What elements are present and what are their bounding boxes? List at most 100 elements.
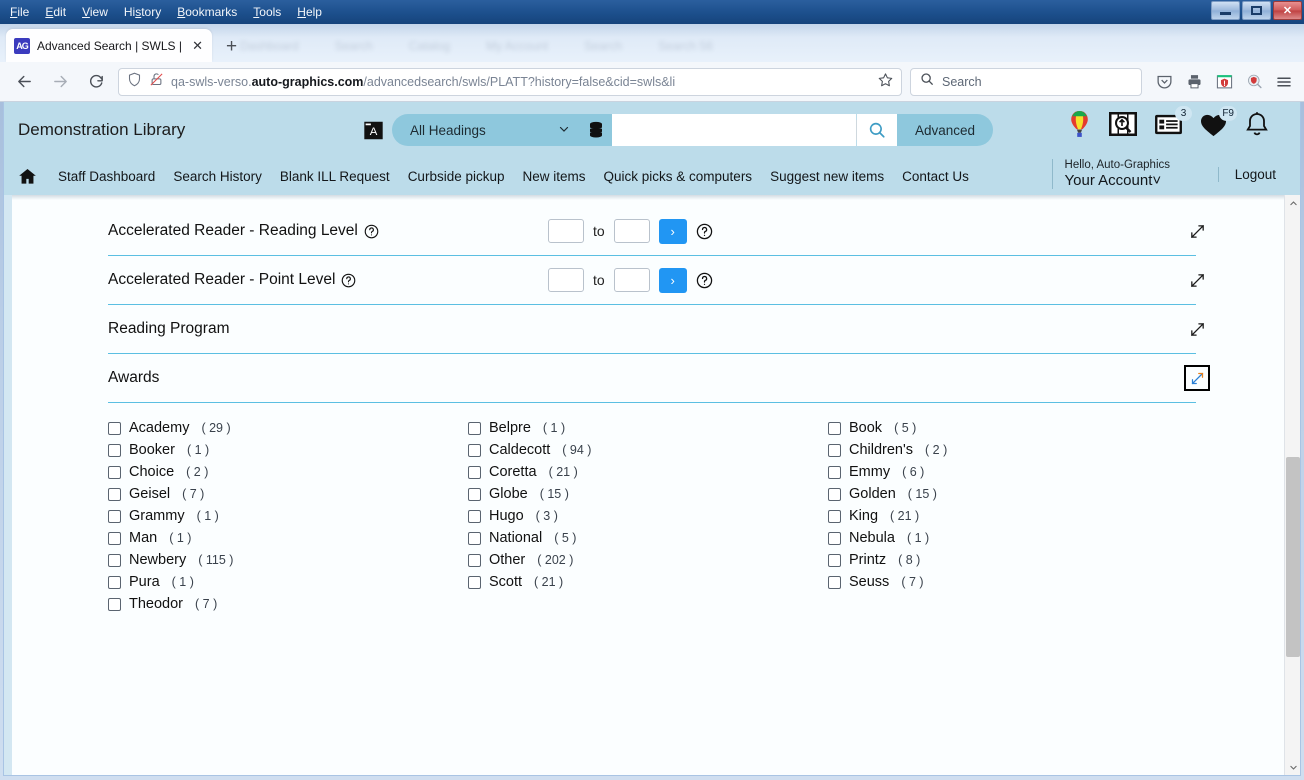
headings-dropdown[interactable]: All Headings: [392, 114, 580, 146]
checkbox-theodor[interactable]: Theodor ( 7 ): [108, 593, 468, 615]
checkbox-golden[interactable]: Golden ( 15 ): [828, 483, 1188, 505]
catalog-search-icon[interactable]: [1108, 110, 1138, 139]
advanced-search-button[interactable]: Advanced: [897, 114, 994, 146]
back-arrow-icon[interactable]: [10, 68, 38, 96]
scrollbar-down-arrow[interactable]: [1285, 759, 1300, 775]
menu-history[interactable]: History: [116, 3, 169, 22]
sidebar-item-suggest-new-items[interactable]: Suggest new items: [761, 169, 893, 184]
help-circle-icon[interactable]: [364, 224, 379, 239]
checkbox-box[interactable]: [828, 487, 841, 501]
forward-arrow-icon[interactable]: [46, 68, 74, 96]
menu-tools[interactable]: Tools: [245, 3, 289, 22]
print-icon[interactable]: [1184, 72, 1204, 92]
logout-button[interactable]: Logout: [1217, 167, 1276, 182]
checkbox-national[interactable]: National ( 5 ): [468, 527, 828, 549]
account-menu[interactable]: Hello, Auto-Graphics Your Account˅: [1051, 159, 1170, 190]
checkbox-globe[interactable]: Globe ( 15 ): [468, 483, 828, 505]
checkbox-king[interactable]: King ( 21 ): [828, 505, 1188, 527]
checkbox-pura[interactable]: Pura ( 1 ): [108, 571, 468, 593]
notifications-bell-icon[interactable]: [1244, 111, 1270, 139]
close-button[interactable]: ✕: [1273, 1, 1302, 20]
checkbox-box[interactable]: [108, 531, 121, 545]
checkbox-box[interactable]: [828, 465, 841, 479]
checkbox-box[interactable]: [468, 465, 481, 479]
checkbox-newbery[interactable]: Newbery ( 115 ): [108, 549, 468, 571]
hamburger-menu-icon[interactable]: [1274, 72, 1294, 92]
broken-lock-icon[interactable]: [149, 72, 164, 92]
reading-level-to-input[interactable]: [613, 219, 650, 243]
checkbox-box[interactable]: [108, 443, 121, 457]
browser-search-bar[interactable]: Search: [910, 67, 1142, 96]
extension-search-shield-icon[interactable]: [1244, 72, 1264, 92]
scrollbar-thumb[interactable]: [1286, 457, 1300, 657]
expand-diagonal-icon[interactable]: [1184, 316, 1210, 342]
sidebar-item-quick-picks[interactable]: Quick picks & computers: [595, 169, 762, 184]
checkbox-box[interactable]: [828, 553, 841, 567]
page-scrollbar[interactable]: [1284, 195, 1300, 775]
checkbox-belpre[interactable]: Belpre ( 1 ): [468, 417, 828, 439]
sidebar-item-contact-us[interactable]: Contact Us: [893, 169, 978, 184]
help-circle-icon[interactable]: [696, 223, 713, 240]
reading-level-from-input[interactable]: [548, 219, 584, 243]
checkbox-man[interactable]: Man ( 1 ): [108, 527, 468, 549]
menu-help[interactable]: Help: [289, 3, 330, 22]
checkbox-box[interactable]: [828, 443, 841, 457]
reload-icon[interactable]: [82, 68, 110, 96]
sidebar-item-search-history[interactable]: Search History: [164, 169, 271, 184]
database-stack-icon[interactable]: [580, 114, 612, 146]
checkbox-caldecott[interactable]: Caldecott ( 94 ): [468, 439, 828, 461]
pocket-icon[interactable]: [1154, 72, 1174, 92]
star-icon[interactable]: [878, 72, 893, 92]
tab-close-icon[interactable]: ✕: [191, 39, 204, 52]
new-tab-button[interactable]: +: [226, 37, 237, 56]
checkbox-grammy[interactable]: Grammy ( 1 ): [108, 505, 468, 527]
menu-view[interactable]: View: [74, 3, 116, 22]
browser-tab-advanced-search[interactable]: AG Advanced Search | SWLS | PLAT ✕: [6, 29, 212, 62]
sidebar-item-new-items[interactable]: New items: [514, 169, 595, 184]
favorites-heart-icon[interactable]: F9: [1199, 105, 1237, 138]
checkbox-box[interactable]: [468, 421, 481, 435]
checkbox-box[interactable]: [108, 509, 121, 523]
checkbox-box[interactable]: [468, 443, 481, 457]
checkbox-box[interactable]: [828, 575, 841, 589]
checkbox-childrens[interactable]: Children's ( 2 ): [828, 439, 1188, 461]
reading-level-go-button[interactable]: ›: [658, 218, 687, 244]
checkbox-box[interactable]: [108, 553, 121, 567]
checkbox-nebula[interactable]: Nebula ( 1 ): [828, 527, 1188, 549]
address-bar[interactable]: qa-swls-verso.auto-graphics.com/advanced…: [118, 67, 902, 96]
menu-file[interactable]: File: [2, 3, 37, 22]
checkbox-emmy[interactable]: Emmy ( 6 ): [828, 461, 1188, 483]
checkbox-box[interactable]: [468, 531, 481, 545]
checkbox-box[interactable]: [108, 421, 121, 435]
search-input[interactable]: [612, 114, 856, 146]
home-icon[interactable]: [18, 167, 37, 186]
checkbox-coretta[interactable]: Coretta ( 21 ): [468, 461, 828, 483]
sidebar-item-staff-dashboard[interactable]: Staff Dashboard: [49, 169, 164, 184]
checkbox-hugo[interactable]: Hugo ( 3 ): [468, 505, 828, 527]
help-circle-icon[interactable]: [341, 273, 356, 288]
menu-bookmarks[interactable]: Bookmarks: [169, 3, 245, 22]
shield-icon[interactable]: [127, 72, 142, 92]
checkbox-seuss[interactable]: Seuss ( 7 ): [828, 571, 1188, 593]
checkbox-box[interactable]: [828, 509, 841, 523]
checkbox-box[interactable]: [468, 487, 481, 501]
checkbox-geisel[interactable]: Geisel ( 7 ): [108, 483, 468, 505]
expand-diagonal-icon[interactable]: [1184, 267, 1210, 293]
point-level-go-button[interactable]: ›: [658, 267, 687, 293]
translate-icon[interactable]: A: [362, 119, 384, 141]
extension-shield-icon[interactable]: [1214, 72, 1234, 92]
help-circle-icon[interactable]: [696, 272, 713, 289]
expand-diagonal-icon[interactable]: [1184, 218, 1210, 244]
my-lists-icon[interactable]: 3: [1154, 106, 1192, 137]
checkbox-other[interactable]: Other ( 202 ): [468, 549, 828, 571]
checkbox-box[interactable]: [108, 465, 121, 479]
checkbox-box[interactable]: [108, 487, 121, 501]
checkbox-box[interactable]: [108, 597, 121, 611]
restore-button[interactable]: [1242, 1, 1271, 20]
checkbox-academy[interactable]: Academy ( 29 ): [108, 417, 468, 439]
checkbox-printz[interactable]: Printz ( 8 ): [828, 549, 1188, 571]
checkbox-scott[interactable]: Scott ( 21 ): [468, 571, 828, 593]
search-submit-button[interactable]: [857, 114, 897, 146]
checkbox-box[interactable]: [468, 553, 481, 567]
point-level-from-input[interactable]: [548, 268, 584, 292]
